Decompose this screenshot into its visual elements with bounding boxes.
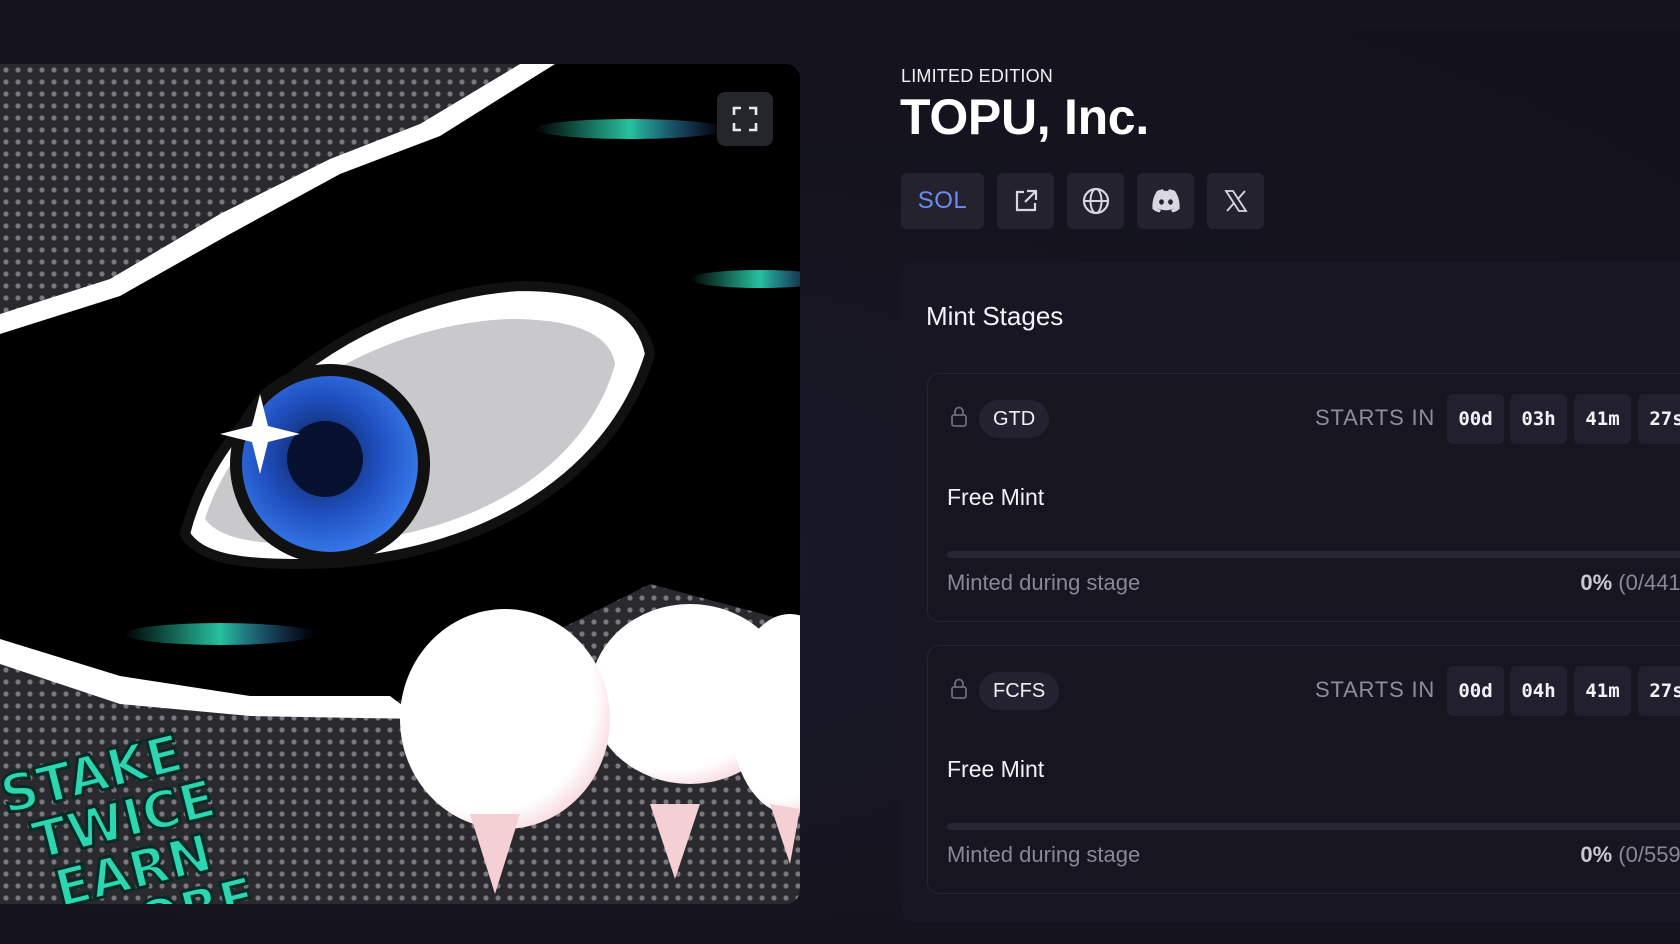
stage-badge: GTD	[979, 400, 1050, 438]
stage-progress-bar	[947, 551, 1680, 558]
minted-percent: 0%	[1580, 842, 1613, 867]
lock-icon	[951, 678, 967, 699]
collection-title: TOPU, Inc.	[900, 89, 1149, 145]
countdown-seconds: 27s	[1638, 394, 1680, 444]
fullscreen-icon	[732, 106, 758, 132]
discord-icon	[1151, 189, 1180, 213]
collection-artwork: STAKE TWICE EARN MORE	[0, 64, 800, 904]
stage-badge: FCFS	[979, 672, 1060, 710]
minted-percent: 0%	[1580, 570, 1613, 595]
countdown-days: 00d	[1447, 666, 1504, 716]
minted-value: 0% (0/559)	[1498, 842, 1680, 868]
starts-in-label: STARTS IN	[1315, 405, 1436, 430]
minted-during-stage-label: Minted during stage	[947, 570, 1141, 595]
stage-name: Free Mint	[947, 484, 1045, 510]
x-twitter-icon	[1223, 190, 1248, 212]
collection-links: SOL	[901, 173, 1264, 229]
countdown-minutes: 41m	[1574, 394, 1631, 444]
minted-during-stage-label: Minted during stage	[947, 842, 1141, 867]
stage-progress-bar	[947, 823, 1680, 830]
minted-value: 0% (0/441)	[1498, 570, 1680, 596]
stage-gtd: GTD STARTS IN 00d 03h 41m 27s Free Mint …	[927, 373, 1680, 622]
stage-fcfs: FCFS STARTS IN 00d 04h 41m 27s Free Mint…	[927, 645, 1680, 894]
stage-name: Free Mint	[947, 756, 1045, 782]
countdown-seconds: 27s	[1638, 666, 1680, 716]
expand-image-button[interactable]	[717, 92, 773, 146]
discord-button[interactable]	[1137, 173, 1194, 229]
top-bar	[0, 0, 1680, 28]
minted-count: (0/441)	[1618, 570, 1680, 595]
globe-icon	[1082, 187, 1109, 215]
lock-icon	[951, 406, 967, 427]
mint-stages-title: Mint Stages	[926, 301, 1064, 331]
chain-badge[interactable]: SOL	[901, 173, 984, 229]
website-button[interactable]	[1067, 173, 1124, 229]
external-link-icon	[1015, 189, 1037, 212]
countdown-hours: 04h	[1510, 666, 1567, 716]
countdown-hours: 03h	[1510, 394, 1567, 444]
edition-label: LIMITED EDITION	[901, 66, 1054, 86]
countdown-minutes: 41m	[1574, 666, 1631, 716]
external-link-button[interactable]	[997, 173, 1054, 229]
minted-count: (0/559)	[1618, 842, 1680, 867]
x-twitter-button[interactable]	[1207, 173, 1264, 229]
countdown-days: 00d	[1447, 394, 1504, 444]
starts-in-label: STARTS IN	[1315, 677, 1436, 702]
